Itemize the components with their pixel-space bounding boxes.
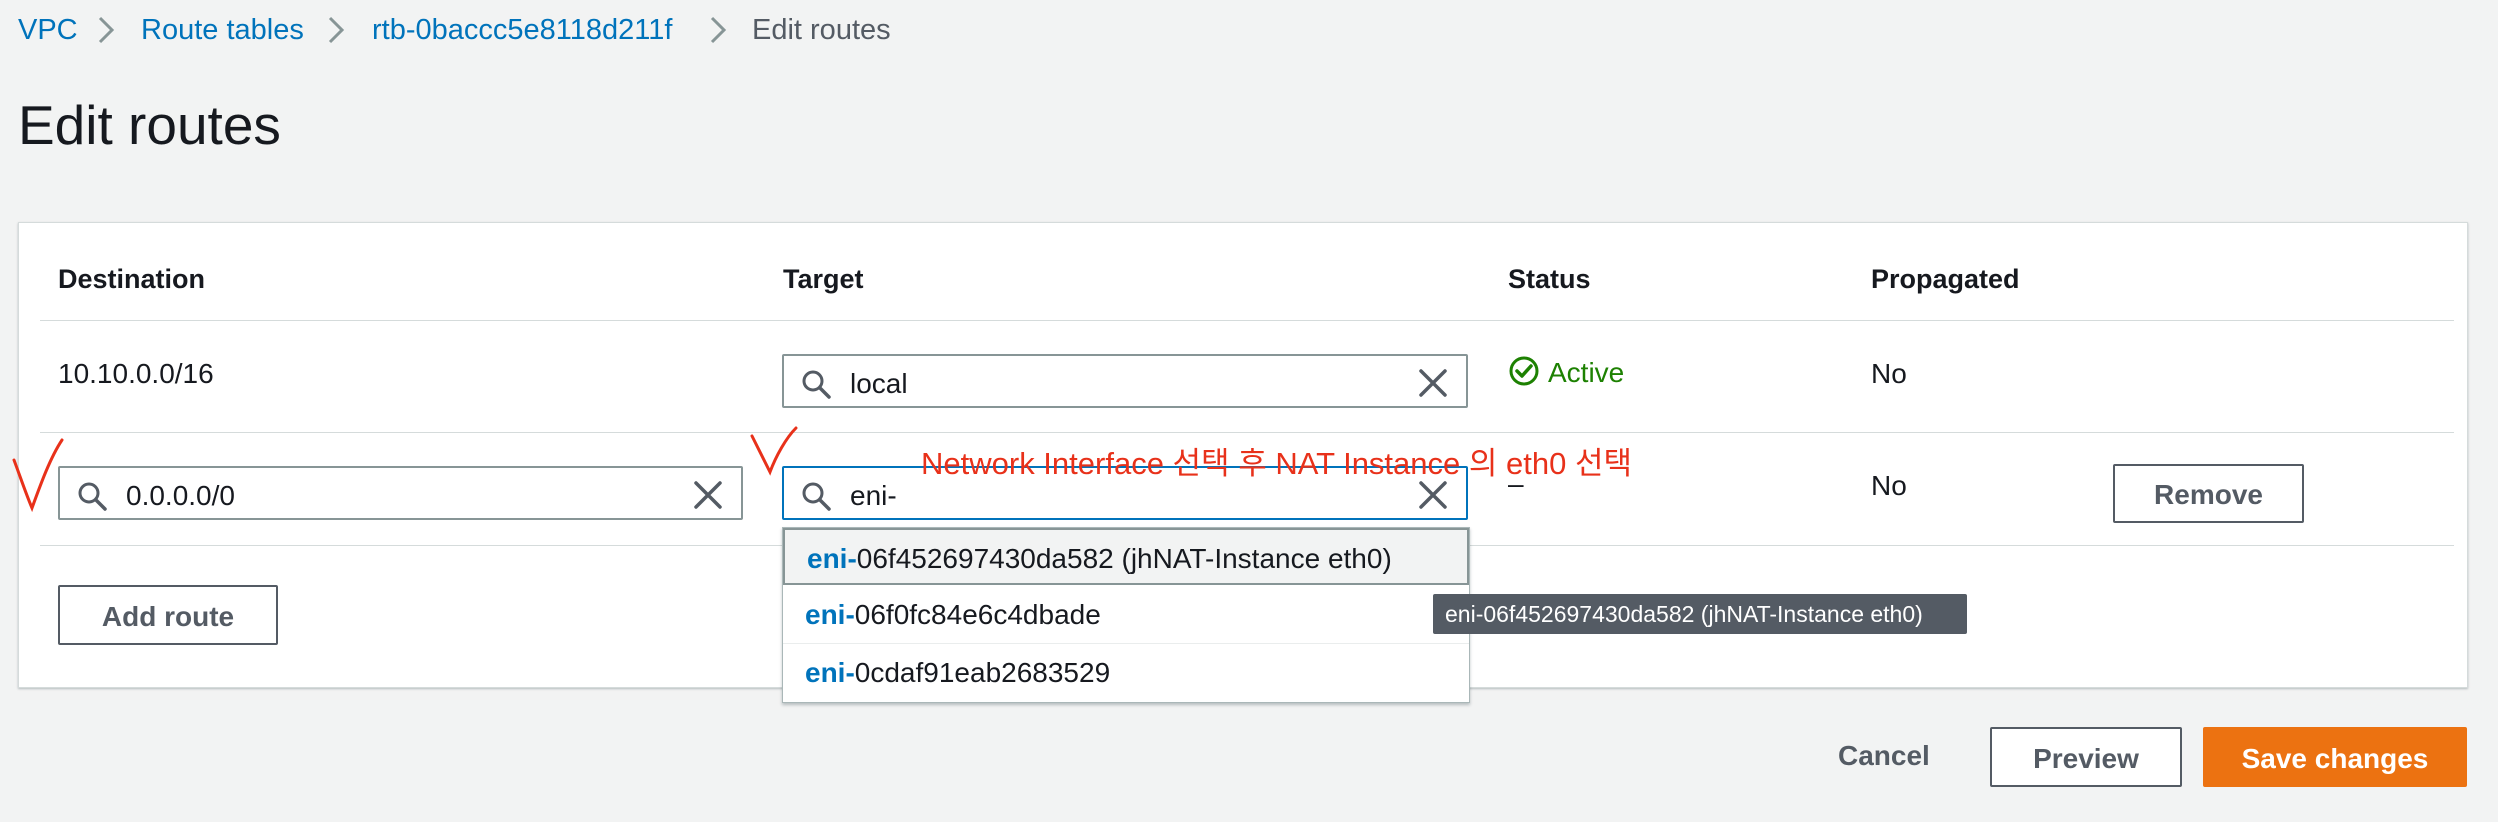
success-check-icon [1509, 356, 1539, 386]
dropdown-option[interactable]: eni-06f452697430da582 (jhNAT-Instance et… [783, 528, 1469, 585]
add-route-button[interactable]: Add route [58, 585, 278, 645]
search-icon [802, 482, 831, 511]
chevron-right-icon [710, 16, 727, 44]
page-title: Edit routes [18, 94, 281, 156]
column-header-status: Status [1508, 264, 1591, 294]
propagated-value: No [1871, 470, 1907, 501]
target-dropdown: eni-06f452697430da582 (jhNAT-Instance et… [782, 527, 1470, 703]
breadcrumb-route-tables-link[interactable]: Route tables [141, 14, 304, 47]
option-match-prefix: eni- [805, 657, 855, 688]
column-header-propagated: Propagated [1871, 264, 2020, 294]
clear-icon[interactable] [1418, 480, 1448, 510]
propagated-value: No [1871, 358, 1907, 389]
save-changes-button[interactable]: Save changes [2203, 727, 2467, 787]
target-input-value: local [850, 368, 908, 399]
chevron-right-icon [328, 16, 345, 44]
clear-icon[interactable] [693, 480, 723, 510]
table-divider [40, 432, 2454, 433]
option-label: 06f452697430da582 (jhNAT-Instance eth0) [856, 543, 1392, 574]
preview-button[interactable]: Preview [1990, 727, 2182, 787]
target-input-value: eni- [850, 480, 897, 511]
option-label: 06f0fc84e6c4dbade [854, 599, 1101, 630]
status-text: Active [1548, 357, 1625, 388]
cancel-button[interactable]: Cancel [1838, 740, 1930, 772]
destination-input[interactable]: 0.0.0.0/0 [58, 466, 743, 520]
annotation-check-mark [750, 426, 798, 476]
clear-icon[interactable] [1418, 368, 1448, 398]
remove-button[interactable]: Remove [2113, 464, 2304, 523]
search-icon [802, 370, 831, 399]
annotation-check-mark [12, 438, 64, 513]
destination-input-value: 0.0.0.0/0 [126, 480, 235, 511]
option-label: 0cdaf91eab2683529 [854, 657, 1111, 688]
target-input[interactable]: local [782, 354, 1468, 408]
search-icon [78, 482, 107, 511]
breadcrumb-current: Edit routes [752, 14, 891, 46]
destination-value: 10.10.0.0/16 [58, 358, 214, 389]
annotation-text: Network Interface 선택 후 NAT Instance 의 et… [921, 446, 1633, 481]
column-header-target: Target [783, 264, 864, 294]
option-tooltip: eni-06f452697430da582 (jhNAT-Instance et… [1433, 594, 1967, 634]
option-match-prefix: eni- [807, 543, 857, 574]
table-divider [40, 320, 2454, 321]
chevron-right-icon [98, 16, 115, 44]
dropdown-option[interactable]: eni-06f0fc84e6c4dbade [783, 586, 1469, 643]
option-match-prefix: eni- [805, 599, 855, 630]
breadcrumb-vpc-link[interactable]: VPC [18, 14, 78, 47]
dropdown-option[interactable]: eni-0cdaf91eab2683529 [783, 644, 1469, 701]
column-header-destination: Destination [58, 264, 206, 294]
breadcrumb-route-table-id-link[interactable]: rtb-0baccc5e8118d211f [372, 14, 672, 47]
